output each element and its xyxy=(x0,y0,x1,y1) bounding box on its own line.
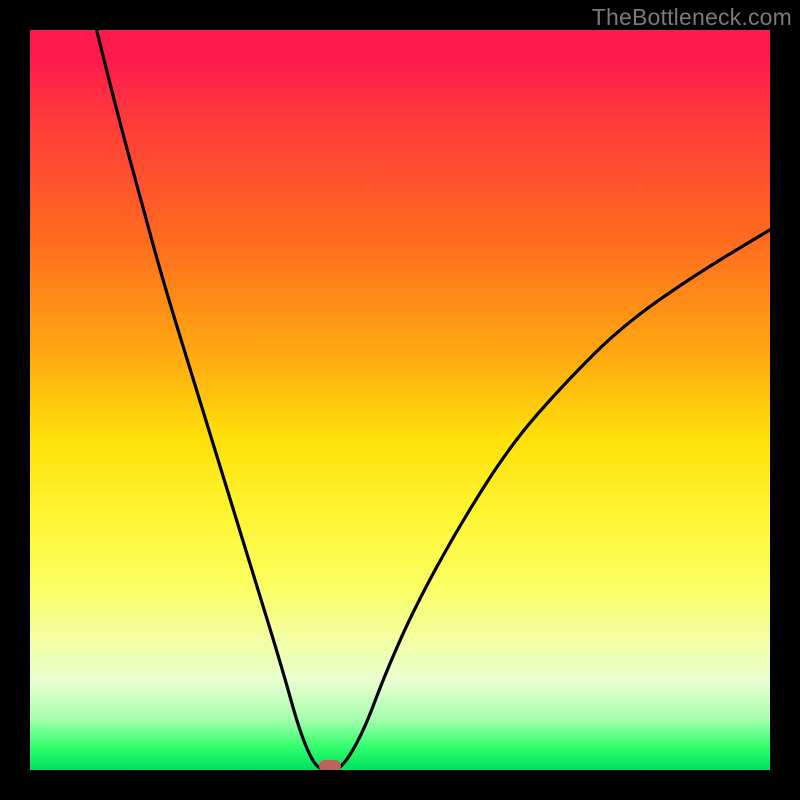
minimum-marker xyxy=(319,760,341,770)
plot-area xyxy=(30,30,770,770)
bottleneck-curve xyxy=(97,30,770,770)
curve-svg xyxy=(30,30,770,770)
chart-frame: TheBottleneck.com xyxy=(0,0,800,800)
watermark-text: TheBottleneck.com xyxy=(592,4,792,31)
